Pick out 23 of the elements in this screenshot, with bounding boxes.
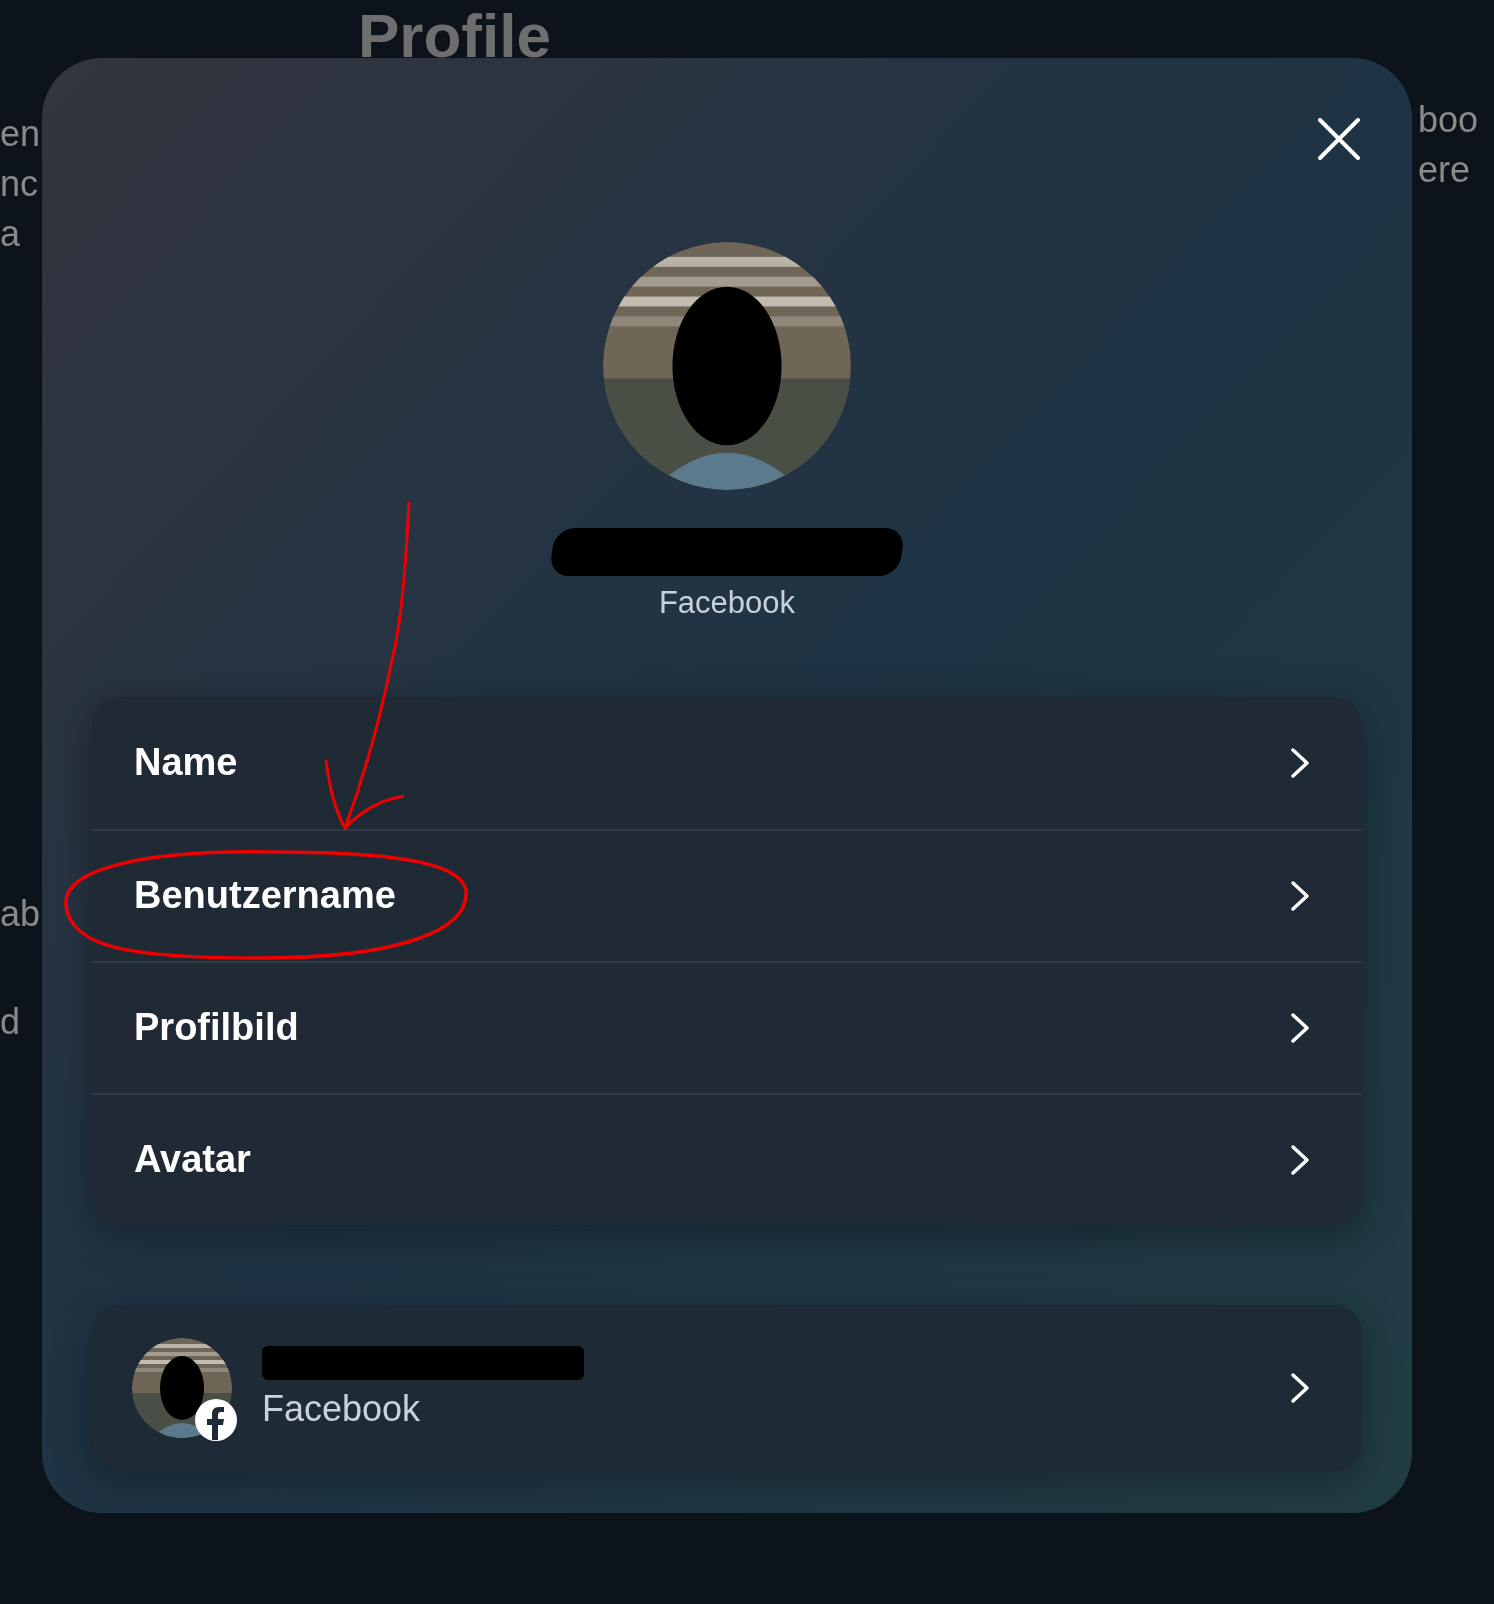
facebook-badge-icon [194,1397,238,1442]
page-title: Profile [358,0,551,72]
menu-item[interactable]: Name [92,696,1362,829]
close-icon [1318,118,1360,160]
background-text: d [0,1000,21,1044]
chevron-right-icon [1290,746,1310,779]
account-source: Facebook [658,584,796,622]
menu-item[interactable]: Avatar [92,1092,1362,1225]
chevron-right-icon [1290,879,1310,912]
background-text: a [0,212,21,256]
account-source: Facebook [262,1387,422,1430]
chevron-right-icon [1290,1143,1310,1176]
chevron-right-icon [1290,1371,1310,1404]
menu-item[interactable]: Benutzername [92,828,1362,961]
menu-item[interactable]: Profilbild [92,960,1362,1093]
background-text: boo [1418,98,1479,142]
close-button[interactable] [1316,116,1362,162]
chevron-right-icon [1290,1011,1310,1044]
background-text: nc [0,162,39,206]
account-card[interactable]: Facebook [92,1304,1362,1471]
background-text: ere [1418,148,1471,192]
background-text: ab [0,892,41,936]
background-text: en [0,112,41,156]
